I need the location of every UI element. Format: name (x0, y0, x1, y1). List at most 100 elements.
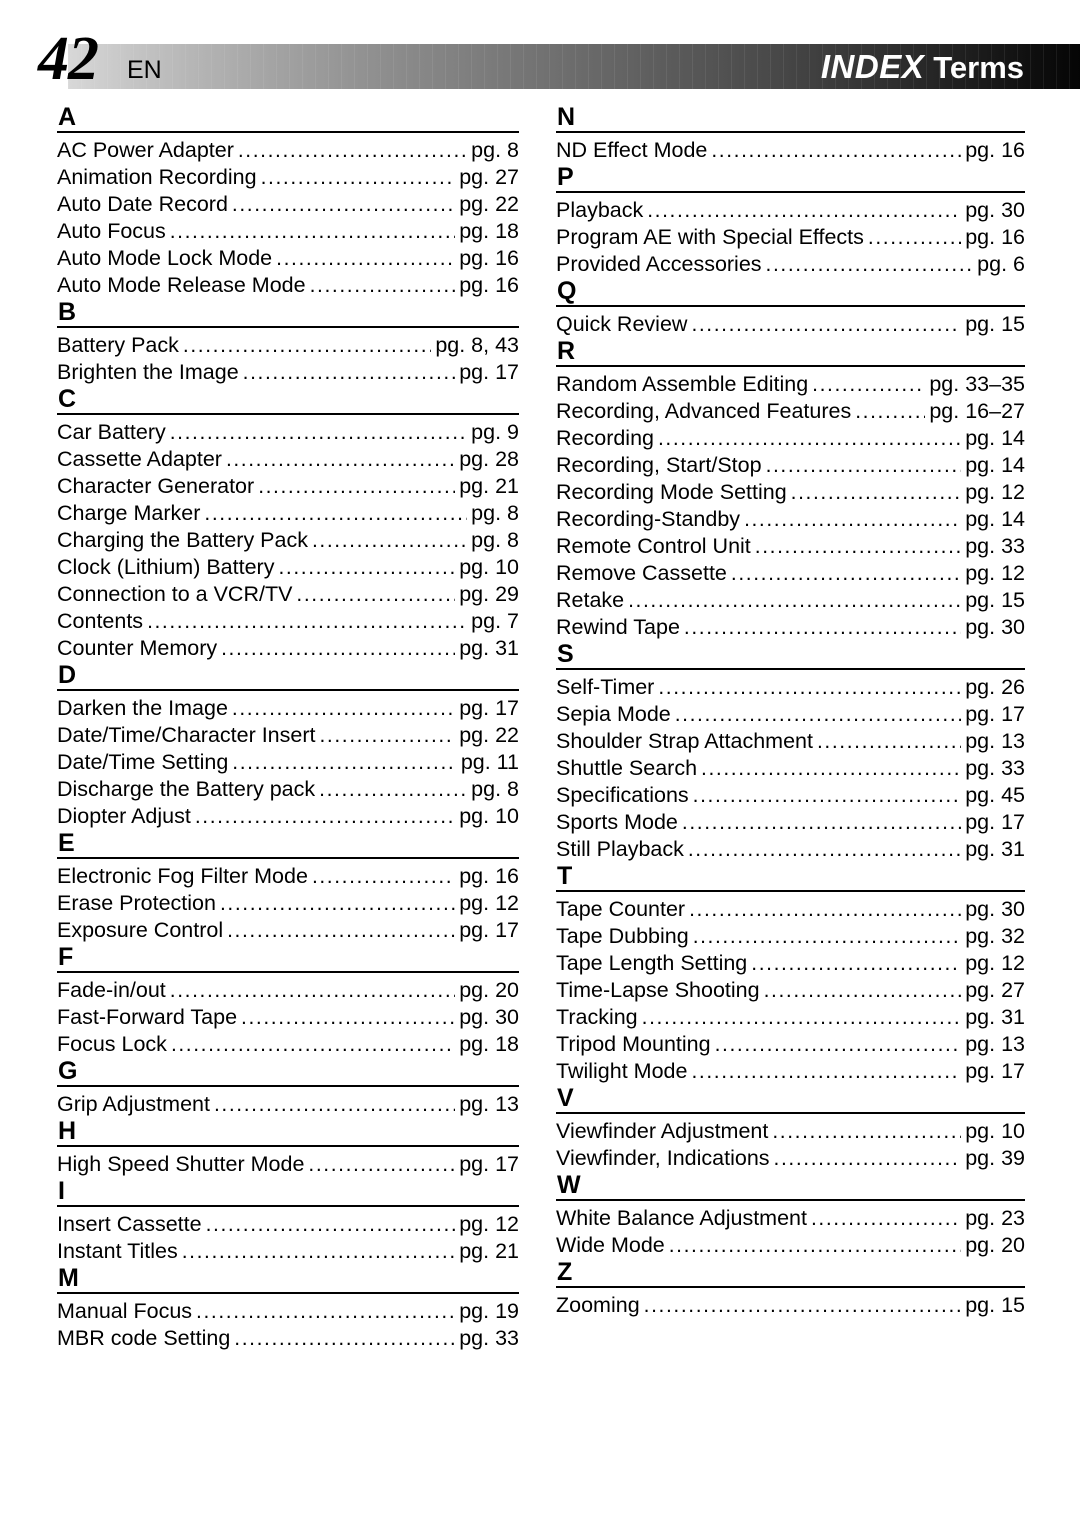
index-entry-page: pg. 14 (965, 426, 1025, 450)
index-entry[interactable]: Time-Lapse Shooting.....................… (556, 977, 1025, 1004)
index-entry[interactable]: Insert Cassette.........................… (57, 1211, 519, 1238)
index-entry[interactable]: Shoulder Strap Attachment...............… (556, 728, 1025, 755)
index-entry[interactable]: Playback................................… (556, 197, 1025, 224)
index-section-i: I Insert Cassette........................… (57, 1178, 519, 1265)
index-entry[interactable]: AC Power Adapter........................… (57, 137, 519, 164)
index-entry[interactable]: Animation Recording.....................… (57, 164, 519, 191)
dot-leader: ........................................… (765, 253, 974, 276)
index-entry[interactable]: Tape Counter............................… (556, 896, 1025, 923)
index-entry[interactable]: Sepia Mode..............................… (556, 701, 1025, 728)
index-entry[interactable]: Still Playback..........................… (556, 836, 1025, 863)
index-entry-title: Provided Accessories (556, 252, 762, 276)
index-entry[interactable]: Zooming.................................… (556, 1292, 1025, 1319)
dot-leader: ........................................… (683, 616, 961, 639)
index-entry[interactable]: Tape Dubbing............................… (556, 923, 1025, 950)
index-entry[interactable]: Brighten the Image......................… (57, 359, 519, 386)
index-entry[interactable]: Recording, Start/Stop...................… (556, 452, 1025, 479)
index-entry[interactable]: Focus Lock..............................… (57, 1031, 519, 1058)
index-entry-page: pg. 31 (965, 1005, 1025, 1029)
index-entry[interactable]: Erase Protection........................… (57, 890, 519, 917)
index-entry-page: pg. 17 (965, 810, 1025, 834)
index-entry-page: pg. 28 (459, 447, 519, 471)
index-entry[interactable]: White Balance Adjustment................… (556, 1205, 1025, 1232)
index-entry[interactable]: Viewfinder, Indications.................… (556, 1145, 1025, 1172)
index-entry[interactable]: Quick Review............................… (556, 311, 1025, 338)
index-entry[interactable]: Tracking................................… (556, 1004, 1025, 1031)
index-entry-page: pg. 22 (459, 192, 519, 216)
index-entry-page: pg. 8 (471, 777, 519, 801)
index-entry[interactable]: Sports Mode.............................… (556, 809, 1025, 836)
index-entry[interactable]: Tape Length Setting.....................… (556, 950, 1025, 977)
section-letter: E (58, 829, 75, 857)
index-entry[interactable]: Manual Focus............................… (57, 1298, 519, 1325)
index-entry[interactable]: Contents................................… (57, 608, 519, 635)
index-entry-page: pg. 16 (965, 225, 1025, 249)
index-entry[interactable]: Electronic Fog Filter Mode..............… (57, 863, 519, 890)
index-entry[interactable]: Fade-in/out.............................… (57, 977, 519, 1004)
index-entry[interactable]: MBR code Setting........................… (57, 1325, 519, 1352)
dot-leader: ........................................… (711, 139, 961, 162)
index-entry[interactable]: Discharge the Battery pack..............… (57, 776, 519, 803)
index-entry[interactable]: Shuttle Search..........................… (556, 755, 1025, 782)
index-entry[interactable]: Auto Mode Release Mode..................… (57, 272, 519, 299)
index-entry[interactable]: Recording, Advanced Features............… (556, 398, 1025, 425)
dot-leader: ........................................… (689, 898, 962, 921)
index-entry[interactable]: Battery Pack............................… (57, 332, 519, 359)
index-entry[interactable]: Character Generator.....................… (57, 473, 519, 500)
index-entry-title: Battery Pack (57, 333, 179, 357)
index-entry[interactable]: Car Battery.............................… (57, 419, 519, 446)
index-entry[interactable]: Auto Date Record........................… (57, 191, 519, 218)
index-entry[interactable]: Wide Mode...............................… (556, 1232, 1025, 1259)
index-section-b: B Battery Pack...........................… (57, 299, 519, 386)
index-entry[interactable]: Remove Cassette.........................… (556, 560, 1025, 587)
index-entry[interactable]: Self-Timer..............................… (556, 674, 1025, 701)
index-entry[interactable]: Program AE with Special Effects.........… (556, 224, 1025, 251)
dot-leader: ........................................… (751, 952, 962, 975)
index-entry[interactable]: Viewfinder Adjustment...................… (556, 1118, 1025, 1145)
section-rule (57, 131, 519, 133)
dot-leader: ........................................… (867, 226, 961, 249)
index-entry[interactable]: Charge Marker...........................… (57, 500, 519, 527)
index-entry[interactable]: Auto Focus..............................… (57, 218, 519, 245)
index-entry[interactable]: Cassette Adapter........................… (57, 446, 519, 473)
index-entry[interactable]: Remote Control Unit.....................… (556, 533, 1025, 560)
index-entry-title: MBR code Setting (57, 1326, 231, 1350)
index-entry[interactable]: Instant Titles..........................… (57, 1238, 519, 1265)
index-entry[interactable]: Tripod Mounting.........................… (556, 1031, 1025, 1058)
index-entry[interactable]: Recording-Standby.......................… (556, 506, 1025, 533)
index-entry-page: pg. 7 (471, 609, 519, 633)
index-entry[interactable]: Retake..................................… (556, 587, 1025, 614)
index-entry[interactable]: Date/Time/Character Insert..............… (57, 722, 519, 749)
index-entry[interactable]: Specifications..........................… (556, 782, 1025, 809)
index-entry[interactable]: Rewind Tape.............................… (556, 614, 1025, 641)
index-entry[interactable]: Clock (Lithium) Battery.................… (57, 554, 519, 581)
index-entry[interactable]: Twilight Mode...........................… (556, 1058, 1025, 1085)
index-entry[interactable]: Darken the Image........................… (57, 695, 519, 722)
index-entry-title: Erase Protection (57, 891, 216, 915)
index-entry-title: Self-Timer (556, 675, 655, 699)
index-entry[interactable]: Exposure Control........................… (57, 917, 519, 944)
index-entry[interactable]: Charging the Battery Pack...............… (57, 527, 519, 554)
index-entry[interactable]: Connection to a VCR/TV..................… (57, 581, 519, 608)
index-entry-page: pg. 17 (459, 696, 519, 720)
index-entry[interactable]: Recording...............................… (556, 425, 1025, 452)
index-entry[interactable]: Auto Mode Lock Mode.....................… (57, 245, 519, 272)
index-entry[interactable]: Random Assemble Editing.................… (556, 371, 1025, 398)
index-entry-page: pg. 17 (965, 702, 1025, 726)
index-entry[interactable]: Date/Time Setting.......................… (57, 749, 519, 776)
index-entry-page: pg. 21 (459, 1239, 519, 1263)
index-entry[interactable]: ND Effect Mode..........................… (556, 137, 1025, 164)
index-entry[interactable]: Diopter Adjust..........................… (57, 803, 519, 830)
index-entry-page: pg. 14 (965, 507, 1025, 531)
index-entry[interactable]: High Speed Shutter Mode.................… (57, 1151, 519, 1178)
index-entry-page: pg. 18 (459, 219, 519, 243)
dot-leader: ........................................… (647, 199, 961, 222)
index-entry[interactable]: Provided Accessories....................… (556, 251, 1025, 278)
index-entry[interactable]: Grip Adjustment.........................… (57, 1091, 519, 1118)
index-entry-title: High Speed Shutter Mode (57, 1152, 305, 1176)
index-entry-title: Time-Lapse Shooting (556, 978, 760, 1002)
index-entry[interactable]: Fast-Forward Tape.......................… (57, 1004, 519, 1031)
index-entry[interactable]: Recording Mode Setting..................… (556, 479, 1025, 506)
index-entry[interactable]: Counter Memory..........................… (57, 635, 519, 662)
dot-leader: ........................................… (241, 1006, 456, 1029)
